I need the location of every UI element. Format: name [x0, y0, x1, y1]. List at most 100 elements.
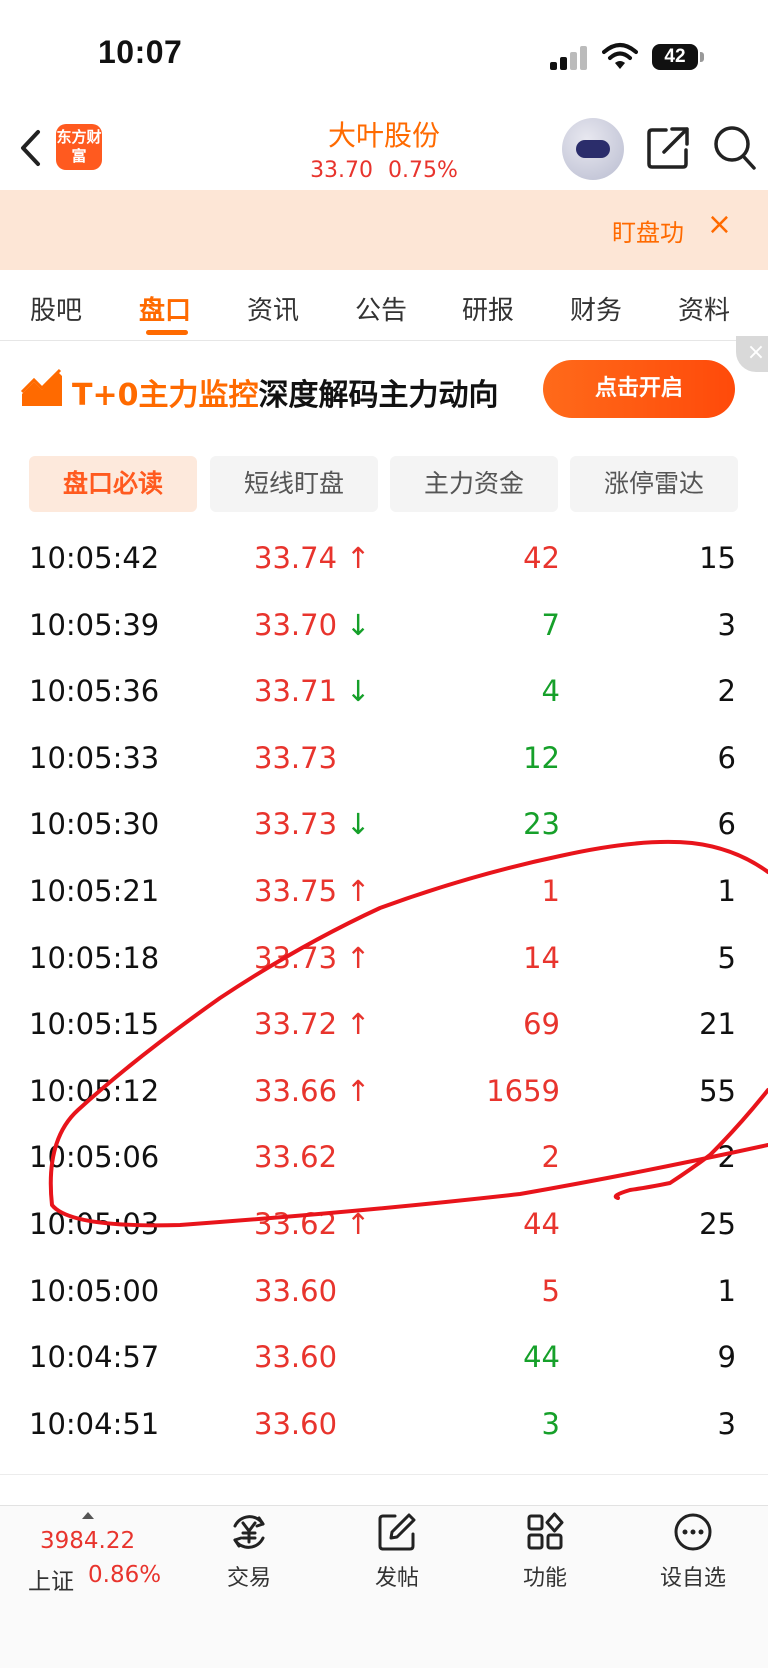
trade-volume: 3 — [541, 1407, 560, 1441]
stock-change-pct: 0.75% — [388, 158, 458, 183]
trade-row: 10:05:18 33.73 ↑ 14 5 — [0, 927, 768, 993]
trade-count: 6 — [717, 807, 736, 841]
search-icon[interactable] — [712, 124, 758, 172]
list-divider — [0, 1474, 768, 1475]
trade-volume: 12 — [523, 741, 560, 775]
trade-arrow: ↑ — [346, 1207, 371, 1241]
trade-count: 3 — [717, 608, 736, 642]
trade-time: 10:05:12 — [29, 1074, 160, 1108]
trade-count: 1 — [717, 1274, 736, 1308]
nav-functions[interactable]: 功能 — [485, 1512, 605, 1592]
trade-volume: 1659 — [486, 1074, 560, 1108]
trade-row: 10:05:21 33.75 ↑ 1 1 — [0, 860, 768, 926]
status-time: 10:07 — [98, 34, 183, 70]
trade-count: 15 — [699, 541, 736, 575]
trade-row: 10:05:33 33.73 12 6 — [0, 727, 768, 793]
subtab-limit-radar[interactable]: 涨停雷达 — [570, 456, 738, 512]
trade-time: 10:05:42 — [29, 541, 160, 575]
trade-price: 33.73 — [254, 807, 338, 841]
trade-price: 33.60 — [254, 1274, 338, 1308]
trade-volume: 2 — [541, 1140, 560, 1174]
trade-price: 33.60 — [254, 1407, 338, 1441]
trade-count: 21 — [699, 1007, 736, 1041]
trade-price: 33.71 — [254, 674, 338, 708]
trade-count: 3 — [717, 1407, 736, 1441]
tab-profile[interactable]: 资料 — [678, 290, 730, 327]
tab-research[interactable]: 研报 — [462, 290, 514, 327]
trade-price: 33.70 — [254, 608, 338, 642]
trade-arrow: ↑ — [346, 874, 371, 908]
trade-volume: 14 — [523, 941, 560, 975]
tab-announcement[interactable]: 公告 — [355, 290, 407, 327]
trend-chart-icon — [20, 368, 62, 406]
share-icon[interactable] — [646, 126, 690, 170]
robot-assistant-icon[interactable] — [562, 118, 624, 180]
trade-row: 10:04:57 33.60 44 9 — [0, 1326, 768, 1392]
nav-trade[interactable]: 交易 — [189, 1512, 309, 1592]
banner-text[interactable]: 盯盘功 — [612, 213, 684, 248]
trade-count: 6 — [717, 741, 736, 775]
trade-arrow: ↓ — [346, 807, 371, 841]
trade-price: 33.75 — [254, 874, 338, 908]
nav-post[interactable]: 发帖 — [337, 1512, 457, 1592]
index-name[interactable]: 上证 — [28, 1562, 74, 1596]
subtab-main-funds[interactable]: 主力资金 — [390, 456, 558, 512]
trade-count: 2 — [717, 1140, 736, 1174]
trade-row: 10:04:51 33.60 3 3 — [0, 1393, 768, 1459]
trade-time: 10:04:57 — [29, 1340, 160, 1374]
more-dots-icon — [674, 1513, 712, 1551]
trade-row: 10:05:15 33.72 ↑ 69 21 — [0, 993, 768, 1059]
trade-time: 10:05:03 — [29, 1207, 160, 1241]
trade-volume: 4 — [541, 674, 560, 708]
trade-time: 10:05:18 — [29, 941, 160, 975]
trade-row: 10:05:39 33.70 ↓ 7 3 — [0, 594, 768, 660]
index-pct[interactable]: 0.86% — [88, 1562, 161, 1588]
trade-count: 55 — [699, 1074, 736, 1108]
trade-arrow: ↑ — [346, 541, 371, 575]
trade-arrow: ↑ — [346, 1074, 371, 1108]
trade-row: 10:05:03 33.62 ↑ 44 25 — [0, 1193, 768, 1259]
cellular-signal-icon — [550, 46, 590, 70]
trade-count: 9 — [717, 1340, 736, 1374]
promo-open-button[interactable]: 点击开启 — [543, 360, 735, 418]
trade-time: 10:05:36 — [29, 674, 160, 708]
edit-post-icon — [378, 1513, 416, 1551]
trade-time: 10:05:06 — [29, 1140, 160, 1174]
grid-function-icon — [527, 1512, 564, 1550]
nav-functions-label: 功能 — [522, 1566, 567, 1591]
tab-pankou[interactable]: 盘口 — [139, 290, 191, 327]
index-value[interactable]: 3984.22 — [40, 1528, 135, 1554]
trade-arrow: ↑ — [346, 941, 371, 975]
battery-icon: 42 — [652, 44, 698, 70]
trade-volume: 42 — [523, 541, 560, 575]
promo-text: T+0主力监控深度解码主力动向 — [72, 370, 498, 414]
expand-caret-icon[interactable] — [82, 1512, 94, 1519]
trade-price: 33.73 — [254, 941, 338, 975]
stock-price: 33.70 — [310, 158, 374, 183]
subtab-must-read[interactable]: 盘口必读 — [29, 456, 197, 512]
tab-finance[interactable]: 财务 — [570, 290, 622, 327]
trade-row: 10:05:30 33.73 ↓ 23 6 — [0, 793, 768, 859]
trade-volume: 23 — [523, 807, 560, 841]
trade-volume: 5 — [541, 1274, 560, 1308]
tab-news[interactable]: 资讯 — [247, 290, 299, 327]
trade-price: 33.62 — [254, 1140, 338, 1174]
banner-close-icon[interactable]: × — [707, 210, 732, 240]
trade-arrow: ↓ — [346, 608, 371, 642]
trade-price: 33.66 — [254, 1074, 338, 1108]
trade-yen-icon — [233, 1515, 265, 1549]
trade-volume: 7 — [541, 608, 560, 642]
trade-row: 10:05:00 33.60 5 1 — [0, 1260, 768, 1326]
trade-time: 10:05:00 — [29, 1274, 160, 1308]
wifi-icon — [602, 43, 638, 69]
subtab-short-watch[interactable]: 短线盯盘 — [210, 456, 378, 512]
trade-time: 10:05:33 — [29, 741, 160, 775]
promo-close-icon[interactable]: × — [736, 336, 768, 372]
nav-watchlist[interactable]: 设自选 — [633, 1512, 753, 1592]
trade-arrow: ↓ — [346, 674, 371, 708]
trade-price: 33.73 — [254, 741, 338, 775]
battery-tip — [700, 52, 704, 62]
tab-guba[interactable]: 股吧 — [30, 290, 82, 327]
trade-row: 10:05:42 33.74 ↑ 42 15 — [0, 527, 768, 593]
trade-time: 10:04:51 — [29, 1407, 160, 1441]
